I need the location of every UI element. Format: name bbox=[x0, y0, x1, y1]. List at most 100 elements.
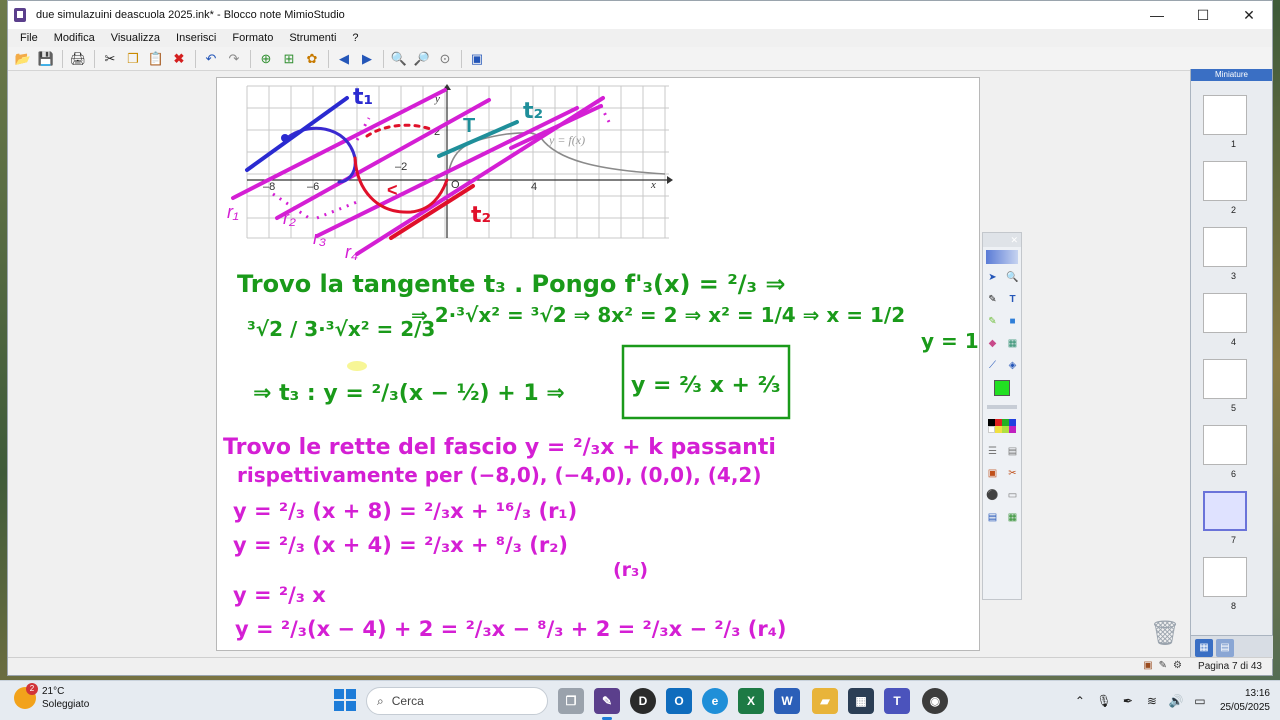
weather-widget[interactable]: 2 21°C Soleggiato bbox=[14, 683, 89, 711]
color-magenta[interactable] bbox=[1009, 426, 1016, 433]
status-settings-icon[interactable]: ⚙ bbox=[1173, 660, 1182, 671]
thumbnail-page-8[interactable] bbox=[1203, 557, 1247, 597]
start-button[interactable] bbox=[334, 689, 356, 711]
file-explorer-icon[interactable]: ▰ bbox=[812, 688, 838, 714]
clock[interactable]: 13:16 25/05/2025 bbox=[1220, 687, 1270, 715]
eyedropper-tool-icon[interactable]: ⟋ bbox=[984, 356, 1001, 374]
obs-icon[interactable]: ◉ bbox=[922, 688, 948, 714]
color-lime[interactable] bbox=[1002, 426, 1009, 433]
teams-icon[interactable]: T bbox=[884, 688, 910, 714]
volume-icon[interactable]: 🔊 bbox=[1164, 694, 1188, 708]
palette-header bbox=[986, 250, 1018, 264]
menu-modifica[interactable]: Modifica bbox=[46, 32, 103, 44]
battery-icon[interactable]: ▭ bbox=[1188, 694, 1212, 708]
fill-tool-icon[interactable]: ◈ bbox=[1004, 356, 1021, 374]
thumbnail-page-1[interactable] bbox=[1203, 95, 1247, 135]
new-page-icon[interactable]: ⊕ bbox=[255, 49, 277, 69]
tangent-point-t1 bbox=[281, 134, 289, 142]
dell-icon[interactable]: D bbox=[630, 688, 656, 714]
insert-page-icon[interactable]: ⊞ bbox=[278, 49, 300, 69]
status-pen-icon[interactable]: ✎ bbox=[1159, 660, 1167, 671]
palette-close-icon[interactable]: ✕ bbox=[983, 233, 1021, 247]
highlighter-tool-icon[interactable]: ✎ bbox=[984, 312, 1001, 330]
notification-badge: 2 bbox=[26, 683, 38, 695]
close-button[interactable]: ✕ bbox=[1226, 1, 1272, 29]
microphone-icon[interactable]: 🎙 bbox=[1092, 694, 1116, 708]
zoom-fit-icon[interactable]: ⊙ bbox=[434, 49, 456, 69]
thumbnail-page-7-selected[interactable] bbox=[1203, 491, 1247, 531]
group-icon[interactable]: ✿ bbox=[301, 49, 323, 69]
thumbnail-page-5[interactable] bbox=[1203, 359, 1247, 399]
chevron-up-icon[interactable]: ⌃ bbox=[1068, 694, 1092, 708]
menu-file[interactable]: File bbox=[12, 32, 46, 44]
shape-tool-icon[interactable]: ■ bbox=[1004, 312, 1021, 330]
gallery-view-icon[interactable]: ▤ bbox=[1216, 638, 1234, 657]
thumbnail-number: 4 bbox=[1231, 337, 1237, 347]
status-tool-icon[interactable]: ▣ bbox=[1143, 660, 1152, 671]
recognize-icon[interactable]: ▣ bbox=[984, 464, 1001, 482]
transparency-icon[interactable]: ▤ bbox=[1004, 442, 1021, 460]
select-tool-icon[interactable]: ➤ bbox=[984, 268, 1001, 286]
ink-canvas: x y –8 –6 –2 4 2 O y = f(x) t₁ t₂ < T t₂… bbox=[223, 84, 979, 641]
notebook-page[interactable]: x y –8 –6 –2 4 2 O y = f(x) t₁ t₂ < T t₂… bbox=[216, 77, 980, 651]
color-white[interactable] bbox=[988, 426, 995, 433]
edge-icon[interactable]: e bbox=[702, 688, 728, 714]
delete-icon[interactable]: ✖ bbox=[168, 49, 190, 69]
wifi-icon[interactable]: ≋ bbox=[1140, 694, 1164, 708]
thumbnails-view-icon[interactable]: ▦ bbox=[1195, 638, 1213, 657]
back-icon[interactable]: ◀ bbox=[333, 49, 355, 69]
menu-help[interactable]: ? bbox=[344, 32, 366, 44]
pen-tool-icon[interactable]: ✎ bbox=[984, 290, 1001, 308]
menu-inserisci[interactable]: Inserisci bbox=[168, 32, 224, 44]
color-yellow[interactable] bbox=[995, 426, 1002, 433]
tools-icon[interactable]: ✂ bbox=[1004, 464, 1021, 482]
zoom-tool-icon[interactable]: 🔍 bbox=[1004, 268, 1021, 286]
thumbnail-page-3[interactable] bbox=[1203, 227, 1247, 267]
current-color-swatch[interactable] bbox=[994, 380, 1010, 396]
menu-formato[interactable]: Formato bbox=[224, 32, 281, 44]
thumbnail-page-2[interactable] bbox=[1203, 161, 1247, 201]
mimio-app-icon[interactable]: ✎ bbox=[594, 688, 620, 720]
word-icon[interactable]: W bbox=[774, 688, 800, 714]
menu-strumenti[interactable]: Strumenti bbox=[281, 32, 344, 44]
color-black[interactable] bbox=[988, 419, 995, 426]
cut-icon[interactable]: ✂ bbox=[99, 49, 121, 69]
color-red[interactable] bbox=[995, 419, 1002, 426]
line-width-slider[interactable] bbox=[987, 405, 1017, 409]
taskbar-search[interactable]: ⌕ Cerca bbox=[366, 687, 548, 715]
thumbnail-page-4[interactable] bbox=[1203, 293, 1247, 333]
trash-icon[interactable]: 🗑 bbox=[1150, 619, 1180, 649]
open-icon[interactable]: 📂 bbox=[12, 49, 34, 69]
line-style-icon[interactable]: ☰ bbox=[984, 442, 1001, 460]
reveal-icon[interactable]: ▭ bbox=[1004, 486, 1021, 504]
save-icon[interactable]: 💾 bbox=[35, 49, 57, 69]
copy-icon[interactable]: ❐ bbox=[122, 49, 144, 69]
tangent-t1 bbox=[245, 96, 349, 172]
outlook-icon[interactable]: O bbox=[666, 688, 692, 714]
task-view-icon[interactable]: ❐ bbox=[558, 688, 584, 714]
menu-visualizza[interactable]: Visualizza bbox=[103, 32, 168, 44]
maximize-button[interactable]: ☐ bbox=[1180, 1, 1226, 29]
zoom-out-icon[interactable]: 🔎 bbox=[411, 49, 433, 69]
thumbnail-page-6[interactable] bbox=[1203, 425, 1247, 465]
paste-icon[interactable]: 📋 bbox=[145, 49, 167, 69]
store-icon[interactable]: ▦ bbox=[848, 688, 874, 714]
capture-icon[interactable]: ▦ bbox=[1004, 508, 1021, 526]
pen-icon[interactable]: ✒ bbox=[1116, 694, 1140, 708]
gallery-icon[interactable]: ▤ bbox=[984, 508, 1001, 526]
spotlight-icon[interactable]: ⚫ bbox=[984, 486, 1001, 504]
image-tool-icon[interactable]: ▦ bbox=[1004, 334, 1021, 352]
eraser-tool-icon[interactable]: ◆ bbox=[984, 334, 1001, 352]
print-icon[interactable]: 🖨 bbox=[67, 49, 89, 69]
color-green[interactable] bbox=[1002, 419, 1009, 426]
undo-icon[interactable]: ↶ bbox=[200, 49, 222, 69]
minimize-button[interactable]: — bbox=[1134, 1, 1180, 29]
note-para-2: rispettivamente per (−8,0), (−4,0), (0,0… bbox=[237, 463, 762, 487]
text-tool-icon[interactable]: T bbox=[1004, 290, 1021, 308]
fullscreen-icon[interactable]: ▣ bbox=[466, 49, 488, 69]
color-blue[interactable] bbox=[1009, 419, 1016, 426]
forward-icon[interactable]: ▶ bbox=[356, 49, 378, 69]
redo-icon[interactable]: ↷ bbox=[223, 49, 245, 69]
excel-icon[interactable]: X bbox=[738, 688, 764, 714]
zoom-in-icon[interactable]: 🔍 bbox=[388, 49, 410, 69]
